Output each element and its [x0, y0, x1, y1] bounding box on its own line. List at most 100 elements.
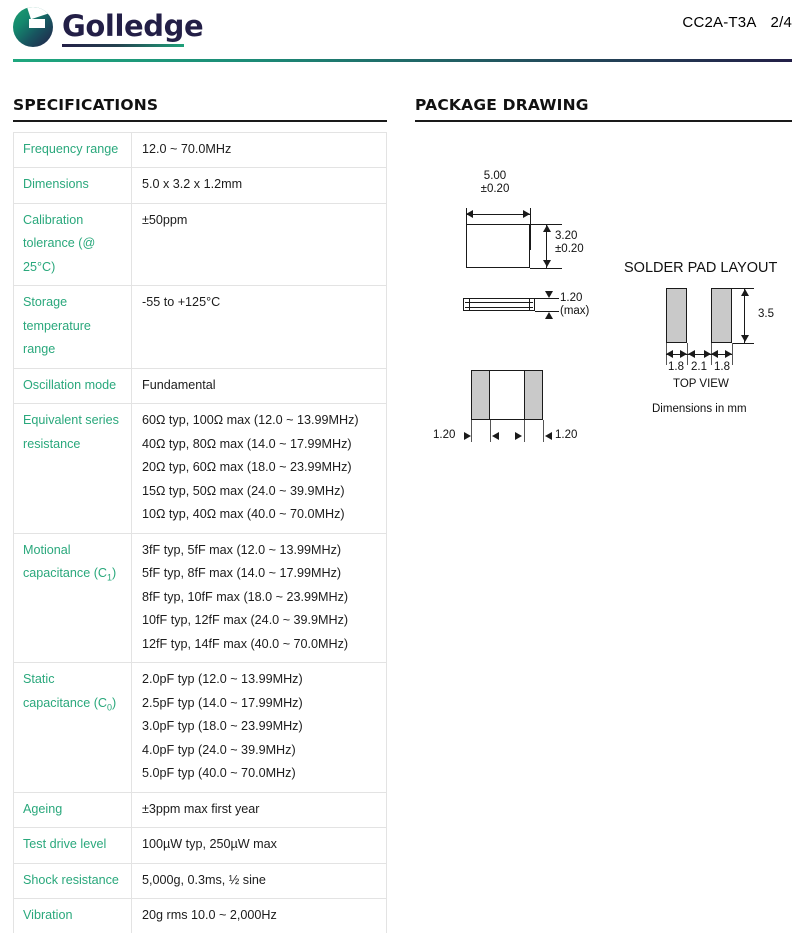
- bottom-view-pad-right: [524, 369, 543, 420]
- solder-pad-arrow-5: [711, 350, 718, 359]
- spec-label: Static capacitance (C0): [13, 662, 132, 793]
- table-row: Calibration tolerance (@ 25°C) ±50ppm: [13, 202, 387, 287]
- spec-value-line: Fundamental: [142, 377, 216, 392]
- bottom-view-arrow-left-outer: [464, 431, 471, 440]
- table-row: Dimensions 5.0 x 3.2 x 1.2mm: [13, 167, 387, 204]
- logo-text-block: Golledge: [62, 8, 204, 47]
- bottom-view-ext-2: [490, 419, 491, 442]
- top-view-height-ext-bottom: [530, 267, 562, 269]
- bottom-view-ext-3: [524, 419, 525, 442]
- top-view-height-arrow-down: [542, 259, 551, 267]
- solder-pad-arrow-6: [725, 350, 732, 359]
- specifications-title: SPECIFICATIONS: [13, 96, 159, 114]
- part-number: CC2A-T3A: [682, 14, 757, 31]
- bottom-view-arrow-inner-left: [492, 431, 499, 440]
- solder-pad-left: [666, 287, 687, 343]
- table-row: Shock resistance 5,000g, 0.3ms, ½ sine: [13, 862, 387, 900]
- side-view-end-cap-right: [529, 298, 530, 310]
- spec-value: -55 to +125°C: [131, 285, 387, 369]
- spec-value-line: 3.0pF typ (18.0 ~ 23.99MHz): [142, 719, 303, 734]
- spec-value: 12.0 ~ 70.0MHz: [131, 131, 387, 169]
- side-view-thickness-ext-top: [535, 297, 559, 299]
- top-view-width-ext-right: [530, 207, 531, 250]
- package-drawing-figure: 5.00 ±0.20 3.20 ±0.20 1.20 (max) 1.20 1.…: [415, 132, 792, 522]
- logo-underline: [62, 43, 184, 47]
- spec-value-line: 5fF typ, 8fF max (14.0 ~ 17.99MHz): [142, 566, 342, 581]
- table-row: Frequency range 12.0 ~ 70.0MHz: [13, 131, 387, 169]
- spec-value-line: 2.0pF typ (12.0 ~ 13.99MHz): [142, 672, 303, 687]
- spec-value: 100µW typ, 250µW max: [131, 827, 387, 864]
- table-row: Ageing ±3ppm max first year: [13, 791, 387, 829]
- spec-value: 2.0pF typ (12.0 ~ 13.99MHz) 2.5pF typ (14…: [131, 662, 387, 793]
- solder-pad-arrow-1: [666, 350, 673, 359]
- table-row: Static capacitance (C0) 2.0pF typ (12.0 ~…: [13, 662, 387, 793]
- solder-pad-right: [711, 287, 732, 343]
- spec-value-line: 4.0pF typ (24.0 ~ 39.9MHz): [142, 742, 296, 757]
- top-view-width-arrow-left: [466, 210, 473, 219]
- document-reference: CC2A-T3A 2/4: [682, 14, 792, 31]
- spec-label: Calibration tolerance (@ 25°C): [13, 202, 132, 287]
- spec-value: 3fF typ, 5fF max (12.0 ~ 13.99MHz) 5fF ty…: [131, 532, 387, 664]
- page-header: Golledge CC2A-T3A 2/4: [0, 0, 805, 62]
- top-view-width-label: 5.00 ±0.20: [480, 169, 510, 196]
- spec-value: ±3ppm max first year: [131, 791, 387, 829]
- spec-label: Dimensions: [13, 167, 132, 204]
- side-view-thickness-label: 1.20 (max): [560, 291, 590, 318]
- datasheet-page: Golledge CC2A-T3A 2/4 SPECIFICATIONS Freq…: [0, 0, 805, 933]
- spec-value-line: 12fF typ, 14fF max (40.0 ~ 70.0MHz): [142, 636, 349, 651]
- spec-label: Shock resistance: [13, 862, 132, 900]
- page-number: 2/4: [770, 14, 792, 31]
- bottom-view-ext-1: [471, 419, 472, 442]
- spec-value-line: ±3ppm max first year: [142, 801, 260, 816]
- spec-value-line: 2.5pF typ (14.0 ~ 17.99MHz): [142, 695, 303, 710]
- spec-value-line: 15Ω typ, 50Ω max (24.0 ~ 39.9MHz): [142, 483, 345, 498]
- golledge-emblem-icon: [13, 7, 53, 47]
- spec-value-line: 5,000g, 0.3ms, ½ sine: [142, 872, 266, 887]
- package-drawing-title-rule: [415, 120, 792, 122]
- side-view-thickness-arrow-down: [544, 290, 553, 298]
- bottom-view-pad-left: [471, 369, 490, 420]
- spec-value-line: 8fF typ, 10fF max (18.0 ~ 23.99MHz): [142, 589, 349, 604]
- spec-value: 5,000g, 0.3ms, ½ sine: [131, 862, 387, 900]
- top-view-width-arrow-right: [523, 210, 530, 219]
- spec-value-line: 100µW typ, 250µW max: [142, 837, 277, 852]
- table-row: Storage temperature range -55 to +125°C: [13, 285, 387, 369]
- spec-label: Oscillation mode: [13, 367, 132, 405]
- package-drawing-title: PACKAGE DRAWING: [415, 96, 589, 114]
- dimensions-units-caption: Dimensions in mm: [652, 402, 747, 415]
- solder-pad-arrow-4: [704, 350, 711, 359]
- table-row: Oscillation mode Fundamental: [13, 367, 387, 405]
- table-row: Test drive level 100µW typ, 250µW max: [13, 827, 387, 864]
- bottom-view-arrow-right-outer: [545, 431, 552, 440]
- spec-label: Storage temperature range: [13, 285, 132, 369]
- bottom-view-pad-right-label: 1.20: [555, 428, 578, 441]
- spec-value-line: 5.0 x 3.2 x 1.2mm: [142, 177, 243, 192]
- solder-pad-height-arrow-down: [740, 334, 749, 342]
- solder-pad-width-right-label: 1.8: [714, 360, 730, 373]
- logo-wordmark: Golledge: [62, 8, 204, 43]
- spec-value: 20g rms 10.0 ~ 2,000Hz: [131, 898, 387, 933]
- spec-label: Test drive level: [13, 827, 132, 864]
- spec-value: 5.0 x 3.2 x 1.2mm: [131, 167, 387, 204]
- top-view-height-label: 3.20 ±0.20: [555, 229, 584, 256]
- top-view-height-arrow-up: [542, 224, 551, 232]
- specifications-section: SPECIFICATIONS Frequency range 12.0 ~ 70.…: [13, 96, 387, 933]
- spec-label: Frequency range: [13, 131, 132, 169]
- spec-value-line: -55 to +125°C: [142, 295, 221, 310]
- top-view-package-outline: [466, 223, 530, 268]
- company-logo[interactable]: Golledge: [13, 7, 204, 47]
- bottom-view-arrow-inner-right: [515, 431, 522, 440]
- specifications-table: Frequency range 12.0 ~ 70.0MHz Dimensions 5…: [13, 131, 387, 933]
- bottom-view-ext-4: [543, 419, 544, 442]
- side-view-end-cap-left: [469, 298, 470, 310]
- spec-value-line: 10Ω typ, 40Ω max (40.0 ~ 70.0MHz): [142, 507, 345, 522]
- side-view-inner-line-top: [465, 301, 533, 303]
- spec-label: Ageing: [13, 791, 132, 829]
- solder-pad-height-arrow-up: [740, 288, 749, 296]
- solder-pad-layout-title: SOLDER PAD LAYOUT: [624, 259, 778, 276]
- spec-value-line: 3fF typ, 5fF max (12.0 ~ 13.99MHz): [142, 542, 342, 557]
- side-view-package-outline: [463, 297, 535, 311]
- spec-value: ±50ppm: [131, 202, 387, 287]
- spec-value-line: 60Ω typ, 100Ω max (12.0 ~ 13.99MHz): [142, 413, 359, 428]
- spec-value: 60Ω typ, 100Ω max (12.0 ~ 13.99MHz) 40Ω t…: [131, 403, 387, 534]
